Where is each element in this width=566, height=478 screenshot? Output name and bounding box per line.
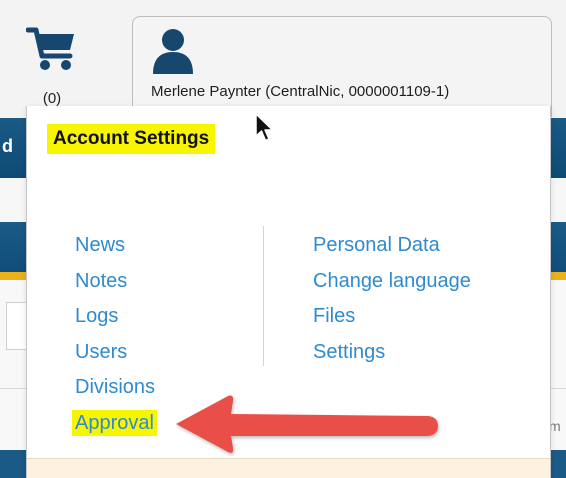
cart-count: (0) bbox=[42, 90, 62, 107]
menu-item-personal-data[interactable]: Personal Data bbox=[313, 232, 471, 268]
account-settings-heading: Account Settings bbox=[47, 124, 216, 154]
account-user-label: Merlene Paynter (CentralNic, 0000001109-… bbox=[151, 83, 450, 100]
menu-item-notes[interactable]: Notes bbox=[75, 268, 157, 304]
annotation-arrow-icon bbox=[176, 395, 438, 453]
menu-column-divider bbox=[263, 226, 264, 366]
menu-item-label: News bbox=[75, 234, 126, 256]
mouse-pointer-icon bbox=[255, 113, 274, 142]
cart-button[interactable]: (0) bbox=[12, 20, 92, 110]
menu-item-label: Settings bbox=[313, 340, 386, 363]
menu-item-divisions[interactable]: Divisions bbox=[75, 374, 157, 410]
menu-item-label: Users bbox=[75, 340, 128, 363]
dropdown-footer-strip bbox=[27, 458, 550, 478]
shopping-cart-icon bbox=[26, 27, 74, 70]
account-menu-left-column: News Notes Logs Users Divisions Approval bbox=[72, 232, 157, 446]
menu-item-settings[interactable]: Settings bbox=[313, 339, 471, 375]
account-menu-right-column: Personal Data Change language Files Sett… bbox=[313, 232, 471, 374]
menu-item-logs[interactable]: Logs bbox=[75, 303, 157, 339]
menu-item-approval[interactable]: Approval bbox=[72, 409, 157, 446]
account-menu-button[interactable]: Merlene Paynter (CentralNic, 0000001109-… bbox=[132, 16, 552, 117]
menu-item-label: Divisions bbox=[75, 376, 156, 398]
menu-item-users[interactable]: Users bbox=[75, 339, 157, 375]
menu-item-label: Files bbox=[313, 305, 356, 327]
menu-item-files[interactable]: Files bbox=[313, 303, 471, 339]
menu-item-news[interactable]: News bbox=[75, 232, 157, 268]
menu-item-change-language[interactable]: Change language bbox=[313, 268, 471, 304]
screenshot-stage: d m (0) Merlene Paynter (CentralNic, 000… bbox=[0, 0, 566, 478]
menu-item-label: Change language bbox=[313, 269, 471, 292]
menu-item-label: Approval bbox=[72, 409, 157, 436]
menu-item-label: Personal Data bbox=[313, 234, 440, 256]
background-partial-text: d bbox=[2, 136, 13, 156]
menu-item-label: Notes bbox=[75, 269, 128, 292]
user-icon bbox=[153, 29, 193, 74]
menu-item-label: Logs bbox=[75, 305, 119, 327]
